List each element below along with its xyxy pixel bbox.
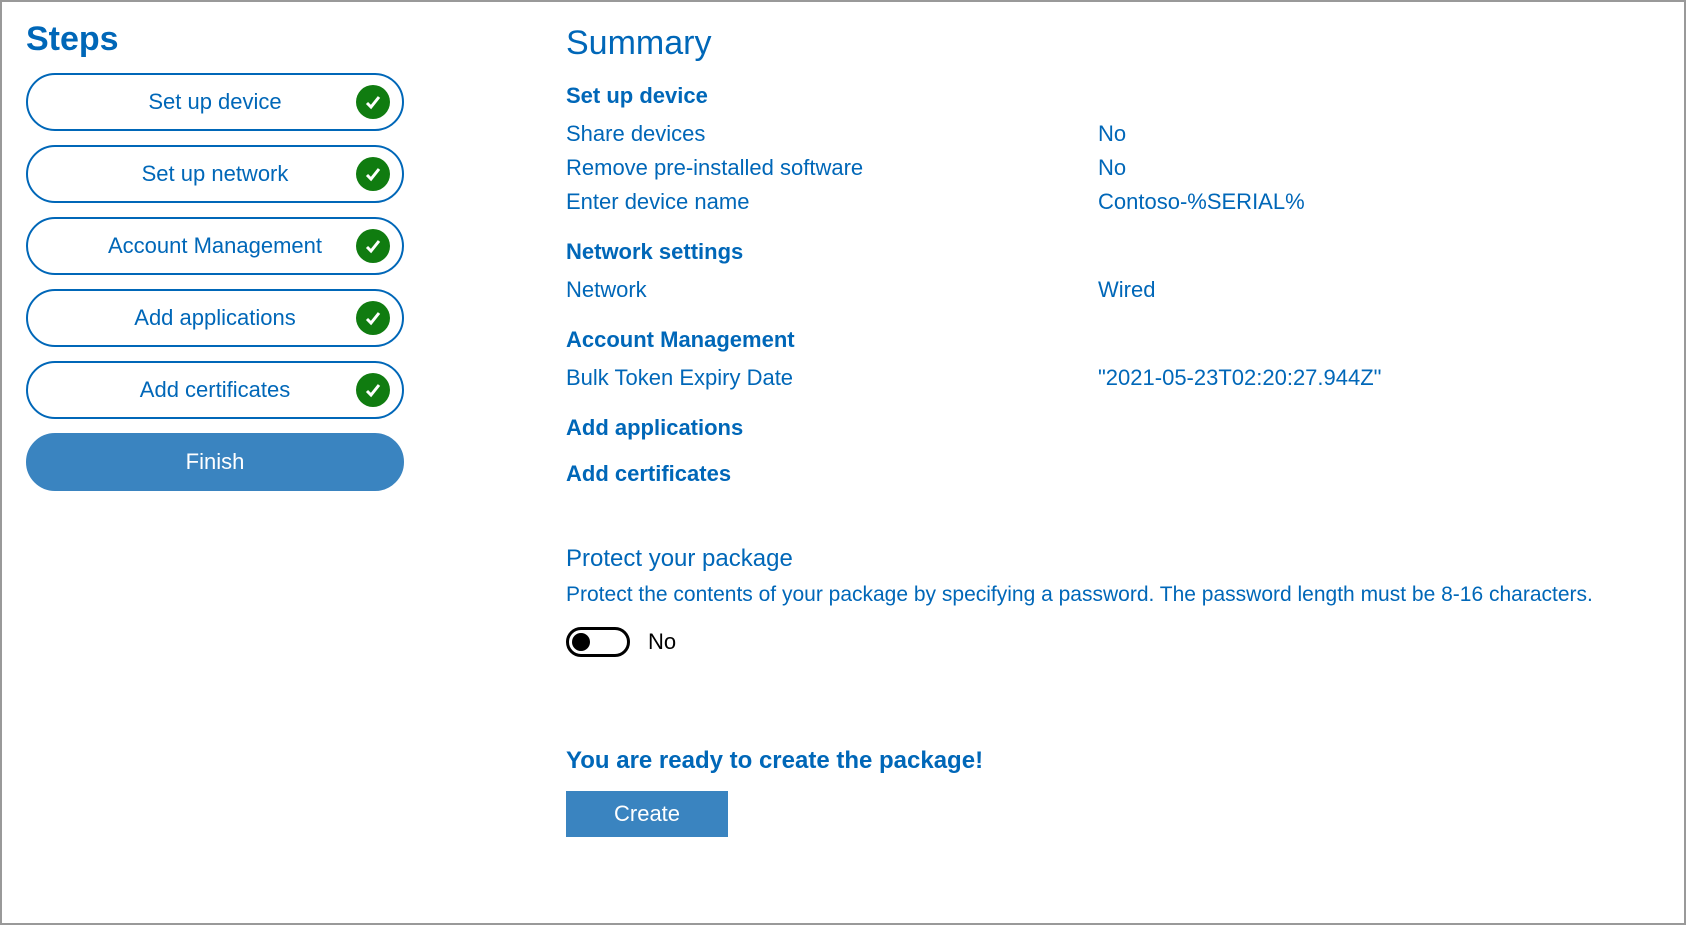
step-add-certificates[interactable]: Add certificates: [26, 361, 404, 419]
section-setup-device-heading: Set up device: [566, 83, 1660, 109]
summary-row: Enter device name Contoso-%SERIAL%: [566, 185, 1660, 219]
summary-label: Enter device name: [566, 185, 1098, 219]
summary-row: Network Wired: [566, 273, 1660, 307]
protect-toggle-state: No: [648, 629, 676, 655]
step-label: Add applications: [134, 305, 295, 331]
step-label: Add certificates: [140, 377, 290, 403]
check-icon: [356, 301, 390, 335]
steps-sidebar: Steps Set up device Set up network Accou…: [26, 20, 426, 905]
sidebar-title: Steps: [26, 20, 426, 59]
step-label: Finish: [186, 449, 245, 475]
section-certs-heading: Add certificates: [566, 461, 1660, 487]
section-account-heading: Account Management: [566, 327, 1660, 353]
step-label: Set up device: [148, 89, 281, 115]
check-icon: [356, 373, 390, 407]
step-setup-network[interactable]: Set up network: [26, 145, 404, 203]
step-add-applications[interactable]: Add applications: [26, 289, 404, 347]
summary-row: Remove pre-installed software No: [566, 151, 1660, 185]
step-label: Set up network: [142, 161, 289, 187]
page-title: Summary: [566, 24, 1660, 63]
step-finish[interactable]: Finish: [26, 433, 404, 491]
summary-value: Contoso-%SERIAL%: [1098, 185, 1660, 219]
summary-label: Bulk Token Expiry Date: [566, 361, 1098, 395]
summary-label: Remove pre-installed software: [566, 151, 1098, 185]
summary-value: No: [1098, 151, 1660, 185]
ready-title: You are ready to create the package!: [566, 747, 1660, 775]
protect-title: Protect your package: [566, 545, 1660, 573]
summary-value: No: [1098, 117, 1660, 151]
summary-label: Network: [566, 273, 1098, 307]
step-label: Account Management: [108, 233, 322, 259]
summary-row: Share devices No: [566, 117, 1660, 151]
check-icon: [356, 157, 390, 191]
protect-toggle[interactable]: [566, 627, 630, 657]
summary-value: "2021-05-23T02:20:27.944Z": [1098, 361, 1660, 395]
step-account-management[interactable]: Account Management: [26, 217, 404, 275]
main-content: Summary Set up device Share devices No R…: [426, 20, 1660, 905]
summary-row: Bulk Token Expiry Date "2021-05-23T02:20…: [566, 361, 1660, 395]
ready-section: You are ready to create the package! Cre…: [566, 747, 1660, 837]
section-network-heading: Network settings: [566, 239, 1660, 265]
summary-label: Share devices: [566, 117, 1098, 151]
create-button[interactable]: Create: [566, 791, 728, 837]
protect-section: Protect your package Protect the content…: [566, 545, 1660, 657]
summary-value: Wired: [1098, 273, 1660, 307]
protect-toggle-row: No: [566, 627, 1660, 657]
check-icon: [356, 85, 390, 119]
step-setup-device[interactable]: Set up device: [26, 73, 404, 131]
check-icon: [356, 229, 390, 263]
protect-description: Protect the contents of your package by …: [566, 583, 1660, 607]
section-apps-heading: Add applications: [566, 415, 1660, 441]
toggle-knob: [572, 633, 590, 651]
